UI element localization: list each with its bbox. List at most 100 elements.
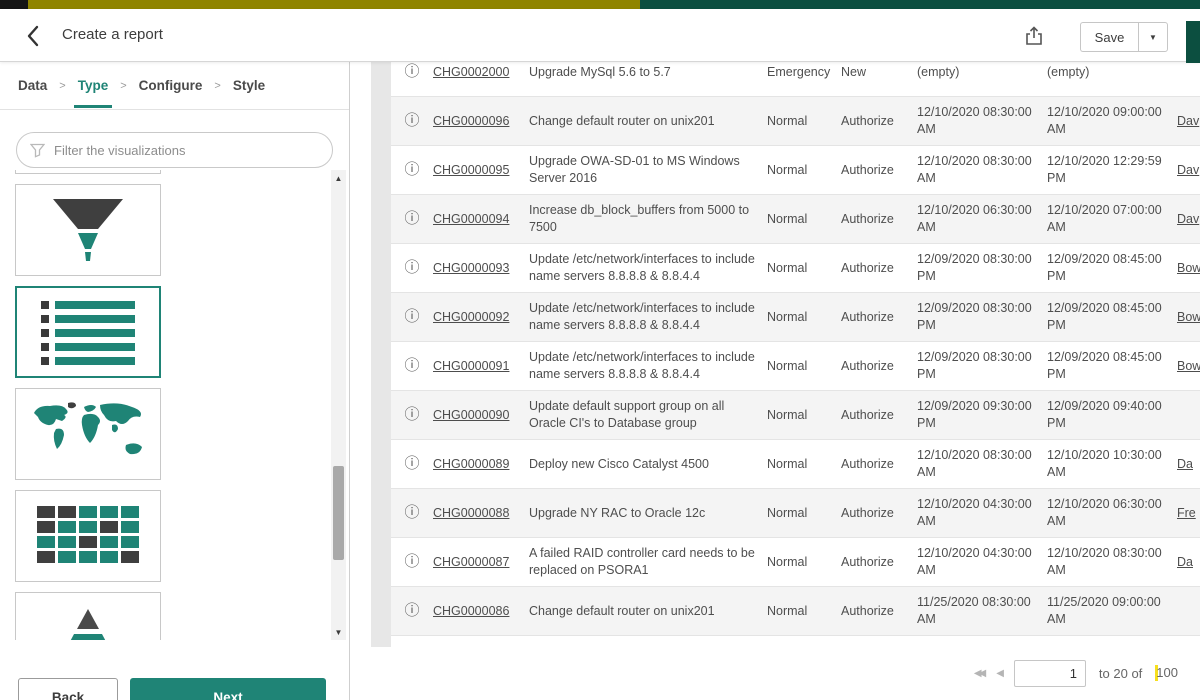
step-configure[interactable]: Configure xyxy=(139,78,203,93)
info-icon[interactable]: ⓘ xyxy=(404,357,419,374)
info-icon[interactable]: ⓘ xyxy=(404,455,419,472)
share-button[interactable] xyxy=(1020,23,1048,49)
info-icon[interactable]: ⓘ xyxy=(404,504,419,521)
assignee-link[interactable]: Dav xyxy=(1177,163,1199,177)
viz-card-pyramid[interactable] xyxy=(15,592,161,640)
filter-visualizations-box xyxy=(16,132,333,168)
planned-end-cell: 11/25/2020 09:00:00 AM xyxy=(1047,594,1177,628)
table-row: ⓘ CHG0000086 Change default router on un… xyxy=(391,587,1200,636)
info-icon[interactable]: ⓘ xyxy=(404,406,419,423)
planned-end-cell: 12/10/2020 08:30:00 AM xyxy=(1047,545,1177,579)
change-number-link[interactable]: CHG0000090 xyxy=(433,408,509,422)
step-style[interactable]: Style xyxy=(233,78,265,93)
step-type[interactable]: Type xyxy=(78,78,109,93)
back-button[interactable]: Back xyxy=(18,678,118,700)
change-number-link[interactable]: CHG0000088 xyxy=(433,506,509,520)
save-dropdown-button[interactable]: ▼ xyxy=(1138,22,1168,52)
funnel-chart-icon xyxy=(33,195,143,265)
planned-start-cell: 12/10/2020 06:30:00 AM xyxy=(917,202,1047,236)
table-row: ⓘ CHG0000090 Update default support grou… xyxy=(391,391,1200,440)
change-number-link[interactable]: CHG0000095 xyxy=(433,163,509,177)
short-description-cell: Change default router on unix201 xyxy=(529,603,767,620)
assignee-link[interactable]: Da xyxy=(1177,555,1193,569)
assignee-link[interactable]: Bow xyxy=(1177,359,1200,373)
change-number-link[interactable]: CHG0000094 xyxy=(433,212,509,226)
info-icon[interactable]: ⓘ xyxy=(404,112,419,129)
report-wizard-panel: Data > Type > Configure > Style xyxy=(0,62,350,700)
priority-cell: Normal xyxy=(767,407,841,424)
previous-page-button[interactable]: ◀ xyxy=(996,668,1001,679)
table-row: ⓘ CHG0000089 Deploy new Cisco Catalyst 4… xyxy=(391,440,1200,489)
world-map-icon xyxy=(28,399,148,469)
step-data[interactable]: Data xyxy=(18,78,47,93)
planned-end-cell: 12/09/2020 08:45:00 PM xyxy=(1047,300,1177,334)
change-number-link[interactable]: CHG0000092 xyxy=(433,310,509,324)
viz-card-heatmap[interactable] xyxy=(15,490,161,582)
short-description-cell: Change default router on unix201 xyxy=(529,113,767,130)
priority-cell: Normal xyxy=(767,554,841,571)
short-description-cell: Increase db_block_buffers from 5000 to 7… xyxy=(529,202,767,236)
planned-end-cell: 12/09/2020 09:40:00 PM xyxy=(1047,398,1177,432)
filter-visualizations-input[interactable] xyxy=(54,143,319,158)
assignee-link[interactable]: Fre xyxy=(1177,506,1196,520)
table-row: ⓘ CHG0000088 Upgrade NY RAC to Oracle 12… xyxy=(391,489,1200,538)
state-cell: Authorize xyxy=(841,260,917,277)
chevron-right-icon: > xyxy=(120,80,126,92)
table-left-gutter xyxy=(371,62,391,647)
strip-olive-segment xyxy=(28,0,640,9)
viz-card-funnel[interactable] xyxy=(15,184,161,276)
report-preview-area: ⓘ CHG0002000 Upgrade MySql 5.6 to 5.7 Em… xyxy=(351,62,1200,700)
planned-start-cell: 11/25/2020 08:30:00 AM xyxy=(917,594,1047,628)
planned-start-cell: 12/10/2020 08:30:00 AM xyxy=(917,104,1047,138)
state-cell: Authorize xyxy=(841,407,917,424)
short-description-cell: Deploy new Cisco Catalyst 4500 xyxy=(529,456,767,473)
viz-card-bar-list[interactable] xyxy=(15,286,161,378)
info-icon[interactable]: ⓘ xyxy=(404,210,419,227)
assignee-link[interactable]: Da xyxy=(1177,457,1193,471)
change-number-link[interactable]: CHG0000086 xyxy=(433,604,509,618)
state-cell: Authorize xyxy=(841,505,917,522)
info-icon[interactable]: ⓘ xyxy=(404,602,419,619)
chevron-left-icon xyxy=(26,25,40,47)
short-description-cell: Upgrade OWA-SD-01 to MS Windows Server 2… xyxy=(529,153,767,187)
change-number-link[interactable]: CHG0002000 xyxy=(433,65,509,79)
back-chevron-button[interactable] xyxy=(20,23,46,49)
scroll-down-arrow[interactable]: ▼ xyxy=(331,624,346,640)
priority-cell: Normal xyxy=(767,211,841,228)
priority-cell: Normal xyxy=(767,505,841,522)
state-cell: Authorize xyxy=(841,211,917,228)
short-description-cell: A failed RAID controller card needs to b… xyxy=(529,545,767,579)
next-button[interactable]: Next xyxy=(130,678,326,700)
priority-cell: Normal xyxy=(767,162,841,179)
info-icon[interactable]: ⓘ xyxy=(404,63,419,80)
planned-start-cell: 12/09/2020 08:30:00 PM xyxy=(917,251,1047,285)
assignee-link[interactable]: Bow xyxy=(1177,261,1200,275)
save-button[interactable]: Save xyxy=(1080,22,1138,52)
assignee-link[interactable]: Dav xyxy=(1177,114,1199,128)
pyramid-icon xyxy=(33,603,143,640)
planned-start-cell: 12/09/2020 08:30:00 PM xyxy=(917,349,1047,383)
state-cell: New xyxy=(841,64,917,81)
wizard-steps: Data > Type > Configure > Style xyxy=(0,62,349,110)
planned-end-cell: 12/10/2020 10:30:00 AM xyxy=(1047,447,1177,481)
share-export-icon xyxy=(1025,26,1043,46)
table-row: ⓘ CHG0000094 Increase db_block_buffers f… xyxy=(391,195,1200,244)
change-number-link[interactable]: CHG0000089 xyxy=(433,457,509,471)
info-icon[interactable]: ⓘ xyxy=(404,553,419,570)
viz-card-world-map[interactable] xyxy=(15,388,161,480)
change-number-link[interactable]: CHG0000091 xyxy=(433,359,509,373)
info-icon[interactable]: ⓘ xyxy=(404,259,419,276)
info-icon[interactable]: ⓘ xyxy=(404,161,419,178)
page-number-input[interactable] xyxy=(1014,660,1086,687)
assignee-link[interactable]: Bow xyxy=(1177,310,1200,324)
scroll-up-arrow[interactable]: ▲ xyxy=(331,170,346,186)
change-number-link[interactable]: CHG0000087 xyxy=(433,555,509,569)
table-row: ⓘ CHG0000091 Update /etc/network/interfa… xyxy=(391,342,1200,391)
change-number-link[interactable]: CHG0000096 xyxy=(433,114,509,128)
info-icon[interactable]: ⓘ xyxy=(404,308,419,325)
assignee-link[interactable]: Dav xyxy=(1177,212,1199,226)
scrollbar-thumb[interactable] xyxy=(333,466,344,560)
change-number-link[interactable]: CHG0000093 xyxy=(433,261,509,275)
short-description-cell: Update /etc/network/interfaces to includ… xyxy=(529,251,767,285)
first-page-button[interactable]: ◀◀ xyxy=(974,668,983,679)
